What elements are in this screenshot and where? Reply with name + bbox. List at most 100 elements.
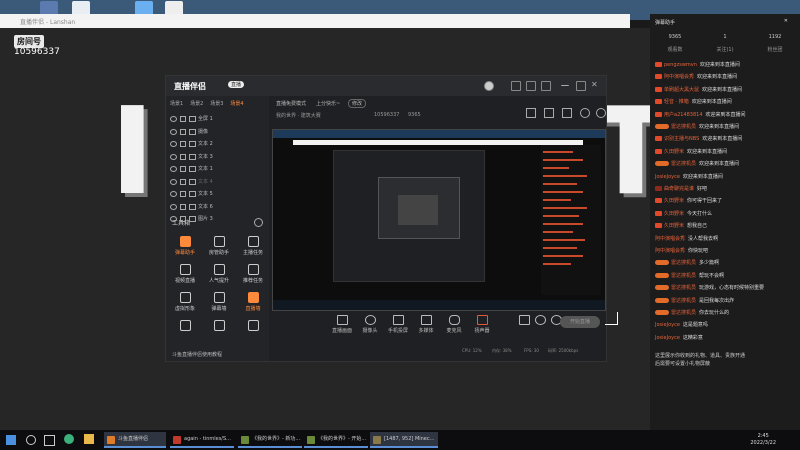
chat-username[interactable]: 雷达搜机员 <box>671 285 696 291</box>
chat-username[interactable]: JosieJoyce <box>655 174 680 180</box>
chat-message[interactable]: pengzswmvn 欢迎来到本直播间 <box>655 61 797 71</box>
system-clock[interactable]: 2:45 2022/3/22 <box>750 433 776 447</box>
eye-icon[interactable] <box>170 153 177 160</box>
eye-icon[interactable] <box>170 216 177 222</box>
layout-icon[interactable] <box>526 108 536 118</box>
chat-message[interactable]: JosieJoyce 欢迎来到本直播间 <box>655 173 797 183</box>
eye-icon[interactable] <box>170 203 177 210</box>
chat-username[interactable]: 雷达搜机员 <box>671 310 696 316</box>
chat-message[interactable]: 雷达搜机员 你去玩什么的 <box>655 309 797 319</box>
chat-username[interactable]: 轻音 · 推箱 <box>664 99 689 105</box>
tab-scene-2[interactable]: 场景2 <box>190 100 203 107</box>
lock-icon[interactable] <box>180 153 186 160</box>
chat-username[interactable]: pengzswmvn <box>664 62 697 68</box>
lock-icon[interactable] <box>180 128 186 135</box>
layer-item[interactable]: 摄像 <box>170 126 266 138</box>
chat-message[interactable]: 雷达搜机员 多少篇啊 <box>655 259 797 269</box>
tool-button[interactable]: 虚拟形象 <box>170 292 200 318</box>
chat-username[interactable]: 识别主播与NBS <box>664 136 699 142</box>
skin-icon[interactable] <box>541 81 551 91</box>
chat-username[interactable]: 久田野米 <box>664 198 684 204</box>
lock-icon[interactable] <box>180 203 186 210</box>
eye-icon[interactable] <box>170 128 177 135</box>
taskbar-item[interactable]: 斗鱼直播伴侣 <box>104 432 166 448</box>
chat-username[interactable]: 阿中演唱会秀 <box>664 74 694 80</box>
task-view-icon[interactable] <box>44 435 55 446</box>
chat-message[interactable]: 久田野米 今天打什么 <box>655 210 797 220</box>
tab-scene-3[interactable]: 场景3 <box>210 100 223 107</box>
layer-item[interactable]: 文本 4 <box>170 176 266 188</box>
chat-username[interactable]: 雷达搜机员 <box>671 273 696 279</box>
chat-message[interactable]: 单刷超大黑大鼠 欢迎来到本直播间 <box>655 86 797 96</box>
chat-message[interactable]: 雷达搜机员 是回我每次出炸 <box>655 297 797 307</box>
close-icon[interactable]: ✕ <box>784 18 788 24</box>
chat-username[interactable]: 单刷超大黑大鼠 <box>664 87 699 93</box>
speaker-button[interactable]: 扬声器 <box>468 312 496 334</box>
tool-button[interactable] <box>238 320 268 346</box>
chat-message[interactable]: 雷达搜机员 欢迎来到本直播间 <box>655 123 797 133</box>
tool-button[interactable]: 直播墙 <box>238 292 268 318</box>
screen-source-button[interactable]: 直播画面 <box>328 312 356 334</box>
share-icon[interactable] <box>596 108 606 118</box>
chat-message[interactable]: 久田野米 你可得干回来了 <box>655 197 797 207</box>
layer-item[interactable]: 图片 3 <box>170 213 266 225</box>
tool-button[interactable]: 推荐任务 <box>238 264 268 290</box>
lock-icon[interactable] <box>180 216 186 222</box>
chat-message[interactable]: 用户a21483814 欢迎来到本直播间 <box>655 111 797 121</box>
tool-button[interactable] <box>170 320 200 346</box>
eye-icon[interactable] <box>170 141 177 147</box>
taskbar-item[interactable]: 《我的世界》- 开始... <box>304 432 368 448</box>
chat-message[interactable]: 识别主播与NBS 欢迎来到本直播间 <box>655 135 797 145</box>
layer-item[interactable]: 文本 2 <box>170 138 266 150</box>
layer-item[interactable]: 全屏 1 <box>170 113 266 125</box>
stream-preview[interactable] <box>272 129 606 311</box>
chat-message[interactable]: 雷达搜机员 玩游戏，心态有时候特别重要 <box>655 284 797 294</box>
tab-scene-4[interactable]: 场景4 <box>230 100 243 107</box>
lock-icon[interactable] <box>180 166 186 172</box>
chat-message[interactable]: 久田野米 想我自己 <box>655 222 797 232</box>
chat-username[interactable]: 雷达搜机员 <box>671 161 696 167</box>
chat-message[interactable]: JosieJoyce 这精彩意 <box>655 334 797 344</box>
lock-icon[interactable] <box>180 141 186 147</box>
chat-username[interactable]: 久田野米 <box>664 223 684 229</box>
record-icon[interactable] <box>580 108 590 118</box>
tool-button[interactable] <box>204 320 234 346</box>
chat-username[interactable]: 阿中演唱会秀 <box>655 236 685 242</box>
tool-button[interactable]: 弹幕助手 <box>170 236 200 262</box>
camera-source-button[interactable]: 摄像头 <box>356 312 384 334</box>
layer-item[interactable]: 文本 5 <box>170 188 266 200</box>
layer-item[interactable]: 文本 1 <box>170 163 266 175</box>
layer-item[interactable]: 文本 6 <box>170 201 266 213</box>
chat-username[interactable]: 用户a21483814 <box>664 112 703 118</box>
edge-taskbar-icon[interactable] <box>64 434 74 444</box>
chat-message[interactable]: 轻音 · 推箱 欢迎来到本直播间 <box>655 98 797 108</box>
start-live-button[interactable]: 开始直播 <box>560 316 600 328</box>
microphone-button[interactable]: 麦克风 <box>440 312 468 334</box>
tutorial-link[interactable]: 斗鱼直播伴侣使用教程 <box>172 351 222 358</box>
taskbar-item[interactable]: 《我的世界》- 新功... <box>238 432 302 448</box>
settings-icon[interactable] <box>526 81 536 91</box>
taskbar-item[interactable]: [1487, 952] Minec... <box>370 432 438 448</box>
windows-start-icon[interactable] <box>6 435 16 445</box>
chat-username[interactable]: 久田野米 <box>664 211 684 217</box>
close-icon[interactable]: ✕ <box>591 81 599 89</box>
tool-button[interactable]: 人气提升 <box>204 264 234 290</box>
file-explorer-icon[interactable] <box>84 434 94 444</box>
chat-username[interactable]: 阿中演唱会秀 <box>655 248 685 254</box>
lock-icon[interactable] <box>180 178 186 185</box>
eye-icon[interactable] <box>170 166 177 172</box>
layer-item[interactable]: 文本 3 <box>170 151 266 163</box>
copy-icon[interactable] <box>562 108 572 118</box>
chat-username[interactable]: JosieJoyce <box>655 335 680 341</box>
tool-button[interactable]: 视频直播 <box>170 264 200 290</box>
chat-message[interactable]: 阿中演唱会秀 欢迎来到本直播间 <box>655 73 797 83</box>
tool-button[interactable]: 弹幕墙 <box>204 292 234 318</box>
chat-username[interactable]: 雷达搜机员 <box>671 298 696 304</box>
chat-message[interactable]: 阿中演唱会秀 没人帮我去啊 <box>655 235 797 245</box>
chat-username[interactable]: 久田野米 <box>664 149 684 155</box>
chat-message[interactable]: 阿中演唱会秀 你快玩吧 <box>655 247 797 257</box>
chat-username[interactable]: 雷达搜机员 <box>671 260 696 266</box>
chat-message[interactable]: 雷达搜机员 帮玩不会啊 <box>655 272 797 282</box>
taskbar-item[interactable]: again - tinmles/S... <box>170 432 234 448</box>
phone-cast-button[interactable]: 手机投屏 <box>384 312 412 334</box>
